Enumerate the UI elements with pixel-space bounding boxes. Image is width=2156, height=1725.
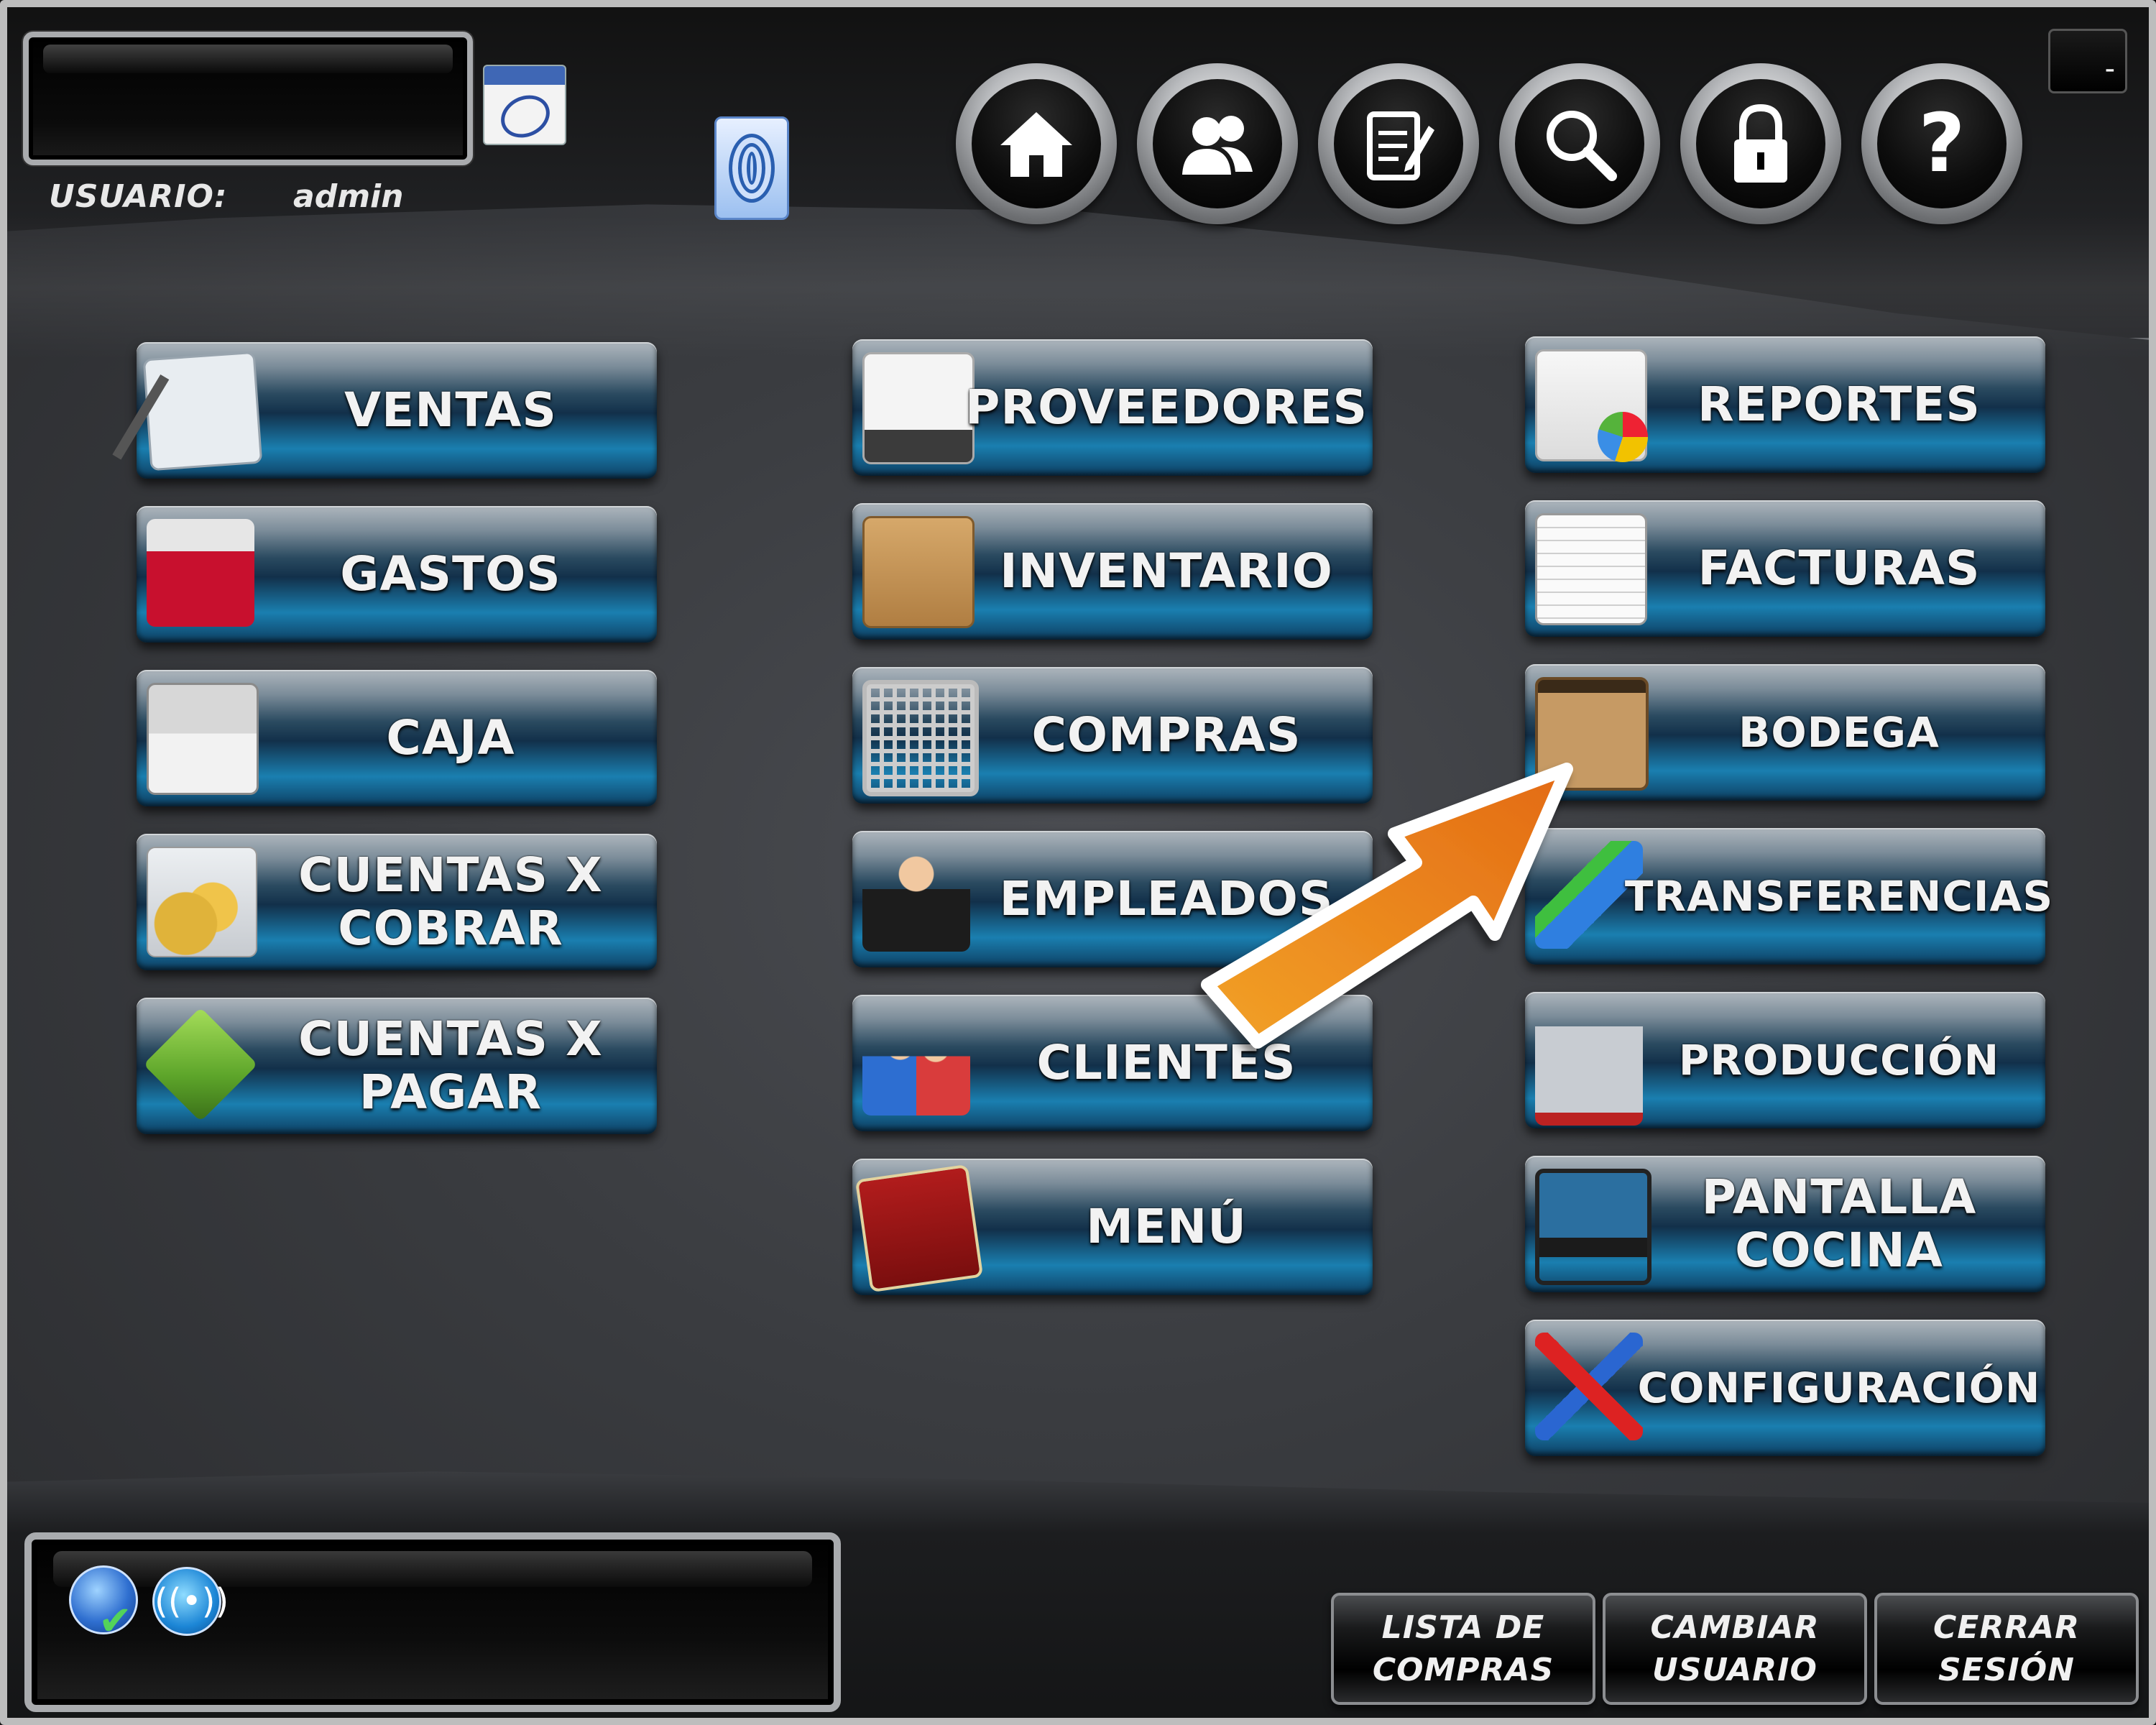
configuracion-label: CONFIGURACIÓN <box>1637 1363 2041 1412</box>
calendar-icon[interactable] <box>483 65 566 145</box>
cuentas-pagar-button[interactable]: CUENTAS X PAGAR <box>137 998 657 1134</box>
clientes-label: CLIENTES <box>1036 1035 1296 1091</box>
red-menu-book-icon <box>854 1164 984 1293</box>
coins-notes-icon <box>147 847 257 957</box>
top-display-box <box>23 32 473 165</box>
proveedores-button[interactable]: PROVEEDORES <box>852 339 1373 476</box>
lock-icon <box>1696 79 1825 208</box>
proveedores-label: PROVEEDORES <box>964 380 1368 436</box>
empleados-label: EMPLEADOS <box>999 871 1334 927</box>
top-nav: ? <box>956 63 2034 236</box>
factory-icon <box>1535 1005 1643 1126</box>
facturas-button[interactable]: FACTURAS <box>1525 500 2045 637</box>
reportes-button[interactable]: REPORTES <box>1525 336 2045 473</box>
user-label: USUARIO: <box>49 178 228 215</box>
cash-register-icon <box>147 683 259 795</box>
empleados-button[interactable]: EMPLEADOS <box>852 831 1373 967</box>
help-button[interactable]: ? <box>1861 63 2022 224</box>
bodega-label: BODEGA <box>1738 707 1940 757</box>
waiter-icon <box>862 844 970 952</box>
lista-compras-button[interactable]: LISTA DE COMPRAS <box>1331 1593 1595 1705</box>
search-icon <box>1515 79 1644 208</box>
home-icon <box>972 79 1101 208</box>
facturas-label: FACTURAS <box>1697 540 1981 597</box>
produccion-label: PRODUCCIÓN <box>1678 1035 2000 1085</box>
search-button[interactable] <box>1499 63 1660 224</box>
compras-button[interactable]: COMPRAS <box>852 667 1373 804</box>
configuracion-button[interactable]: CONFIGURACIÓN <box>1525 1320 2045 1456</box>
delivery-truck-icon <box>862 352 975 464</box>
green-book-icon <box>143 1007 258 1122</box>
produccion-button[interactable]: PRODUCCIÓN <box>1525 992 2045 1128</box>
users-button[interactable] <box>1137 63 1298 224</box>
caja-button[interactable]: CAJA <box>137 670 657 806</box>
stacked-crates-icon <box>1535 677 1649 791</box>
reportes-label: REPORTES <box>1697 377 1981 433</box>
transferencias-label: TRANSFERENCIAS <box>1624 871 2054 921</box>
transferencias-button[interactable]: TRANSFERENCIAS <box>1525 828 2054 965</box>
globe-check-icon <box>69 1565 138 1644</box>
gastos-label: GASTOS <box>340 546 561 602</box>
people-icon <box>862 1056 970 1116</box>
caja-label: CAJA <box>386 710 515 766</box>
kitchen-monitor-icon <box>1535 1169 1651 1285</box>
bodega-button[interactable]: BODEGA <box>1525 664 2045 801</box>
inventario-button[interactable]: INVENTARIO <box>852 503 1373 640</box>
menu-button[interactable]: MENÚ <box>852 1159 1373 1295</box>
shopping-cart-icon <box>862 680 979 796</box>
cambiar-usuario-button[interactable]: CAMBIAR USUARIO <box>1603 1593 1867 1705</box>
pantalla-cocina-button[interactable]: PANTALLA COCINA <box>1525 1156 2045 1292</box>
inventario-label: INVENTARIO <box>1000 543 1333 599</box>
fingerprint-icon[interactable] <box>714 116 789 220</box>
clientes-button[interactable]: CLIENTES <box>852 995 1373 1131</box>
ventas-label: VENTAS <box>344 382 557 438</box>
invoice-icon <box>1535 513 1647 625</box>
status-bar <box>24 1532 841 1712</box>
open-box-icon <box>862 516 975 628</box>
home-button[interactable] <box>956 63 1117 224</box>
ventas-button[interactable]: VENTAS <box>137 342 657 479</box>
main-menu-window: USUARIO: admin ? - VENTAS GASTOS CAJA CU… <box>0 0 2156 1725</box>
user-name: admin <box>293 178 404 215</box>
cuentas-cobrar-label: CUENTAS X COBRAR <box>298 847 603 956</box>
notepad-edit-icon <box>1334 79 1463 208</box>
minimize-button[interactable]: - <box>2048 29 2127 93</box>
cuentas-pagar-label: CUENTAS X PAGAR <box>298 1011 603 1120</box>
notepad-pen-icon <box>142 351 263 472</box>
display-gloss <box>43 45 453 73</box>
red-folder-icon <box>147 519 254 627</box>
tools-icon <box>1535 1333 1643 1440</box>
compras-label: COMPRAS <box>1031 707 1302 763</box>
pantalla-cocina-label: PANTALLA COCINA <box>1701 1169 1977 1278</box>
lock-button[interactable] <box>1680 63 1841 224</box>
cuentas-cobrar-button[interactable]: CUENTAS X COBRAR <box>137 834 657 970</box>
notes-button[interactable] <box>1318 63 1479 224</box>
help-icon: ? <box>1877 79 2007 208</box>
wireless-signal-icon: ((•)) <box>152 1567 229 1636</box>
gastos-button[interactable]: GASTOS <box>137 506 657 643</box>
users-icon <box>1153 79 1282 208</box>
cerrar-sesion-button[interactable]: CERRAR SESIÓN <box>1874 1593 2139 1705</box>
menu-label: MENÚ <box>1086 1199 1247 1255</box>
report-chart-icon <box>1535 349 1648 462</box>
